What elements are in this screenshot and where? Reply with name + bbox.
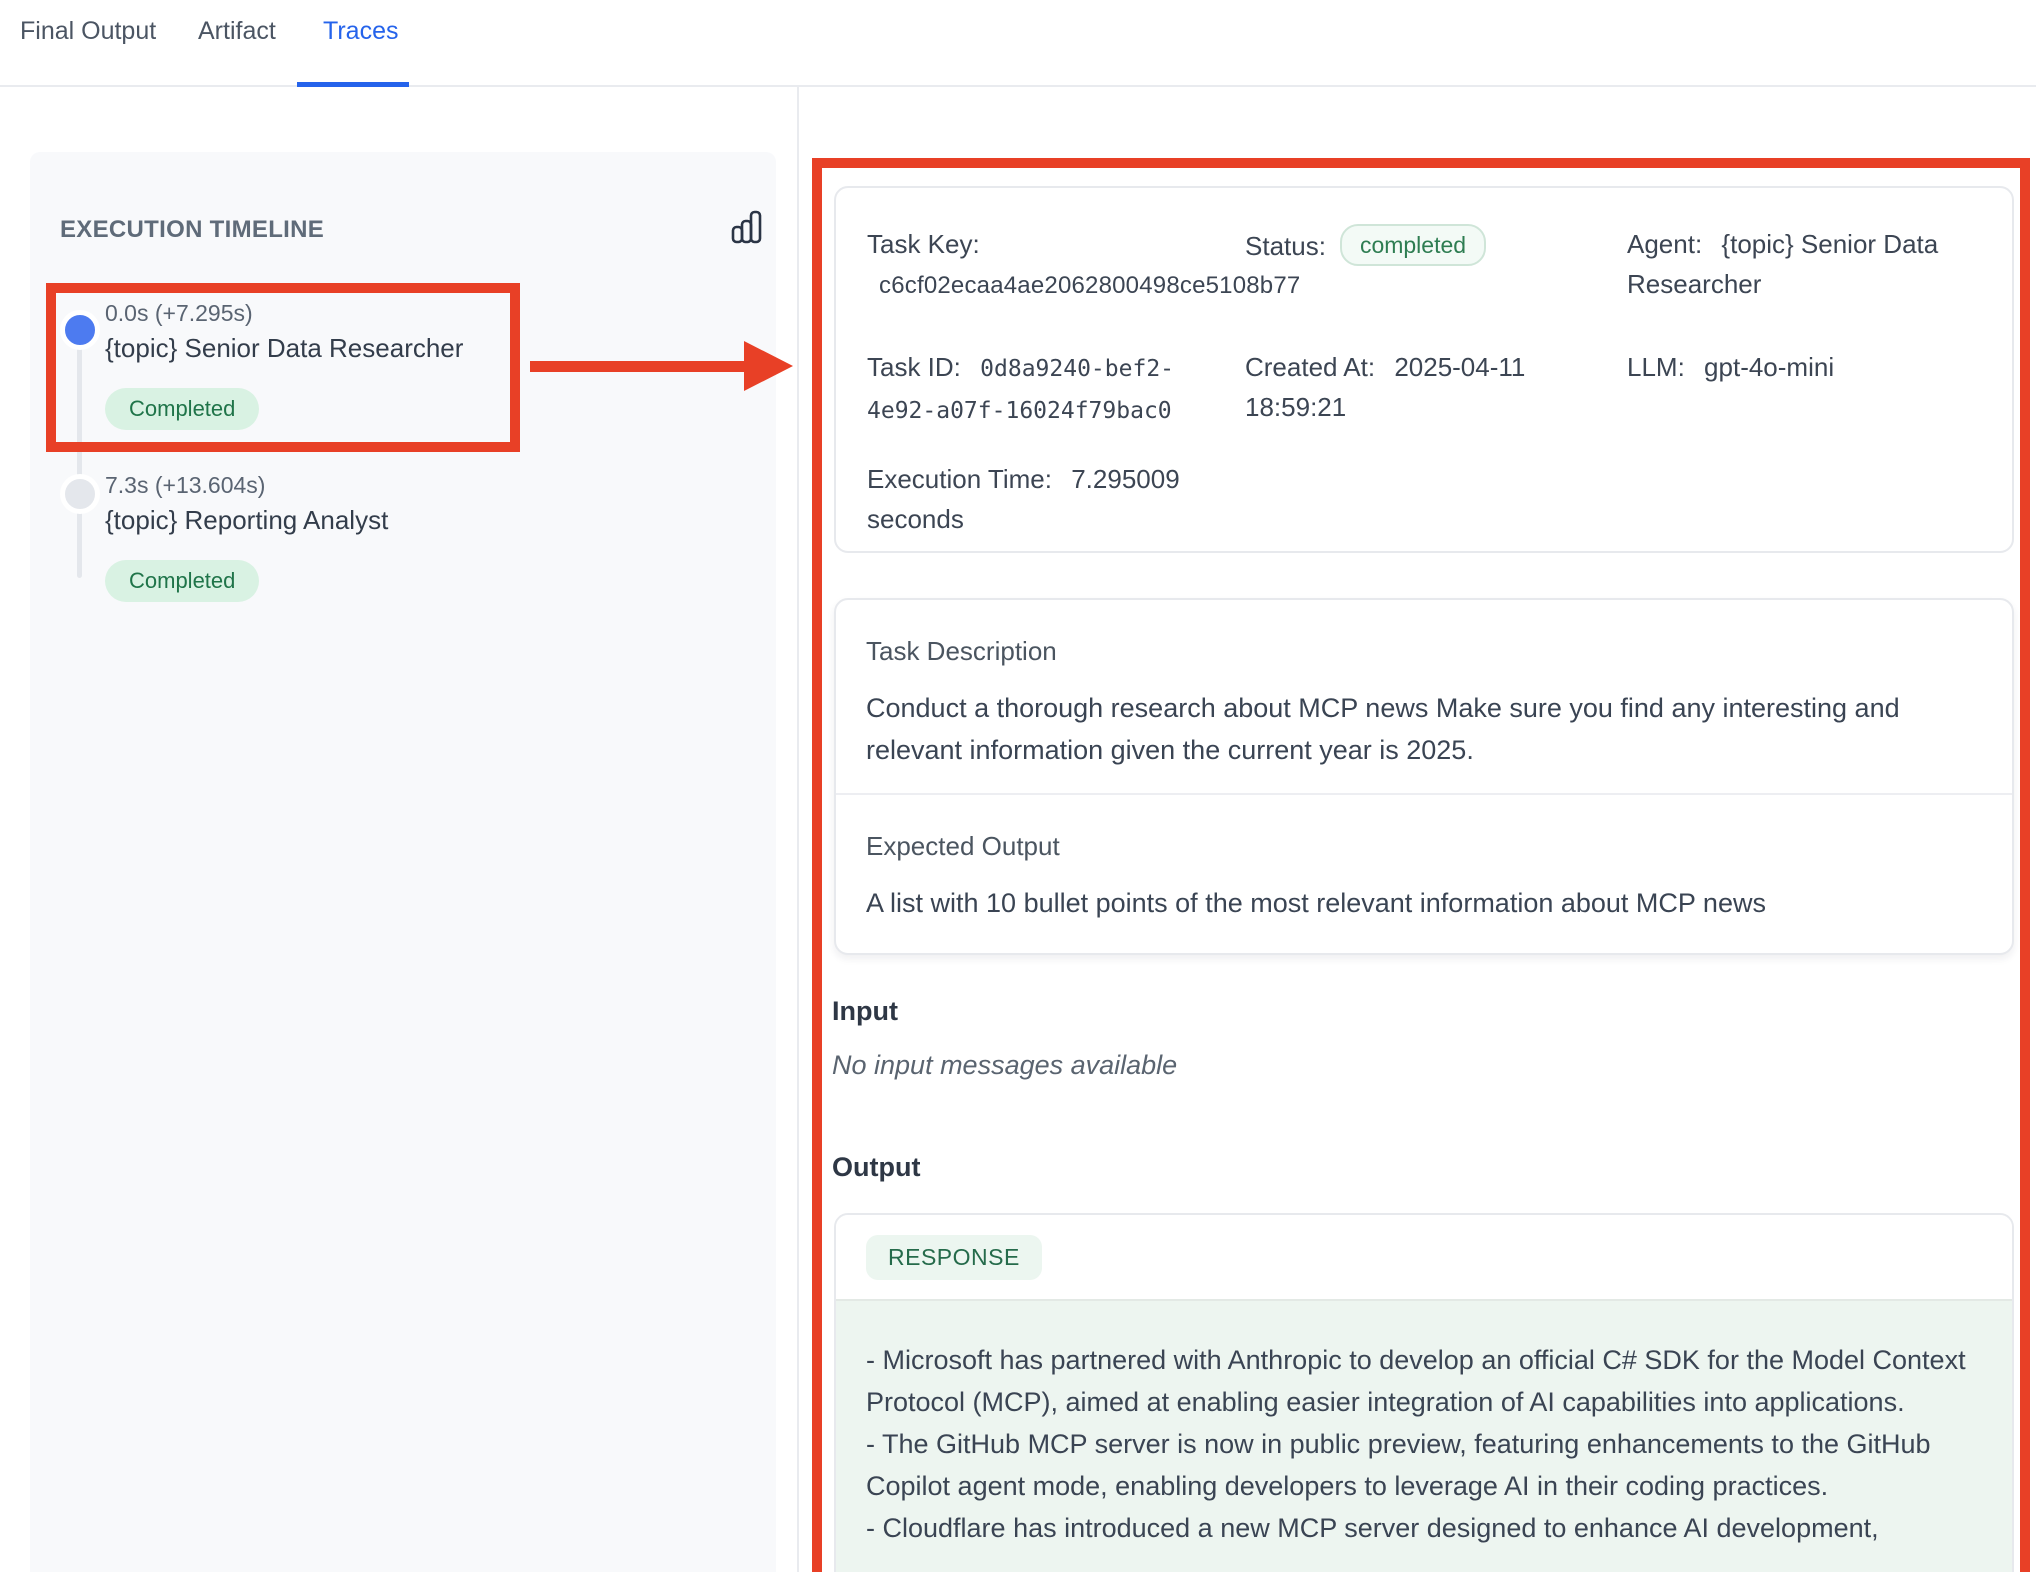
response-badge: RESPONSE <box>866 1235 1042 1280</box>
llm-label: LLM: <box>1627 352 1685 382</box>
task-key-value: c6cf02ecaa4ae2062800498ce5108b77 <box>879 272 1300 299</box>
task-description-card: Task Description Conduct a thorough rese… <box>834 598 2014 955</box>
response-text-line: - Cloudflare has introduced a new MCP se… <box>866 1507 1978 1549</box>
expected-output-title: Expected Output <box>866 831 1972 862</box>
input-heading: Input <box>832 996 898 1027</box>
task-description-title: Task Description <box>866 636 1972 667</box>
response-text-line: - Microsoft has partnered with Anthropic… <box>866 1339 1978 1423</box>
output-card-header: RESPONSE <box>836 1215 2012 1301</box>
llm-field: LLM: gpt-4o-mini <box>1627 347 1997 387</box>
created-at-label: Created At: <box>1245 352 1375 382</box>
status-pill: completed <box>1340 224 1486 266</box>
task-id-field: Task ID: 0d8a9240-bef2-4e92-a07f-16024f7… <box>867 347 1207 431</box>
traces-page: Final Output Artifact Traces EXECUTION T… <box>0 0 2036 1572</box>
expected-output-body: A list with 10 bullet points of the most… <box>866 882 1972 924</box>
output-card: RESPONSE - Microsoft has partnered with … <box>834 1213 2014 1572</box>
execution-time-field: Execution Time: 7.295009 seconds <box>867 459 1207 539</box>
task-key-label: Task Key: <box>867 229 980 259</box>
task-description-section: Task Description Conduct a thorough rese… <box>836 600 2012 795</box>
status-label: Status: <box>1245 231 1326 261</box>
response-body: - Microsoft has partnered with Anthropic… <box>836 1301 2012 1572</box>
llm-value: gpt-4o-mini <box>1704 352 1834 382</box>
task-key-field: Task Key: c6cf02ecaa4ae2062800498ce5108b… <box>867 224 1287 306</box>
agent-label: Agent: <box>1627 229 1702 259</box>
task-details-panel: Task Key: c6cf02ecaa4ae2062800498ce5108b… <box>0 0 2036 1572</box>
task-meta-card: Task Key: c6cf02ecaa4ae2062800498ce5108b… <box>834 186 2014 553</box>
task-id-label: Task ID: <box>867 352 961 382</box>
created-at-field: Created At: 2025-04-11 18:59:21 <box>1245 347 1575 427</box>
input-empty-message: No input messages available <box>832 1050 1177 1081</box>
expected-output-section: Expected Output A list with 10 bullet po… <box>836 795 2012 990</box>
execution-time-label: Execution Time: <box>867 464 1052 494</box>
task-description-body: Conduct a thorough research about MCP ne… <box>866 687 1972 771</box>
output-heading: Output <box>832 1152 920 1183</box>
status-field: Status: completed <box>1245 224 1615 266</box>
agent-field: Agent: {topic} Senior Data Researcher <box>1627 224 1997 304</box>
response-text-line: - The GitHub MCP server is now in public… <box>866 1423 1978 1507</box>
